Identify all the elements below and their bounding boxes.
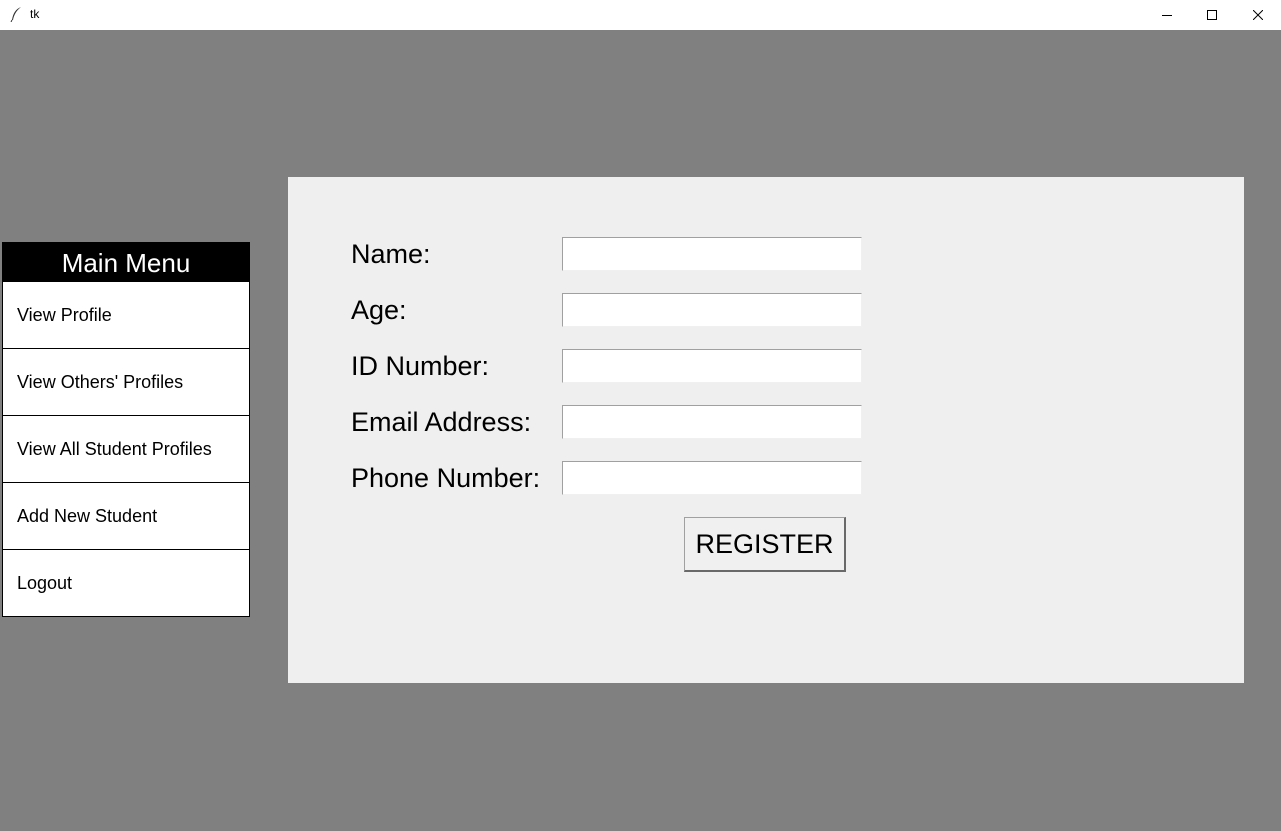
form-row-name: Name: [351,237,871,273]
tk-feather-icon [10,7,21,22]
form-row-phone: Phone Number: [351,461,871,497]
menu-item-view-profile[interactable]: View Profile [3,281,249,348]
menu-item-view-all-student-profiles[interactable]: View All Student Profiles [3,415,249,482]
register-button[interactable]: REGISTER [684,517,846,572]
menu-item-view-others-profiles[interactable]: View Others' Profiles [3,348,249,415]
minimize-icon [1162,15,1172,16]
menu-item-add-new-student[interactable]: Add New Student [3,482,249,549]
age-field[interactable] [562,293,862,327]
phone-label: Phone Number: [351,463,541,493]
minimize-button[interactable] [1144,0,1190,30]
close-button[interactable] [1235,0,1281,30]
id-number-field[interactable] [562,349,862,383]
menu-item-logout[interactable]: Logout [3,549,249,616]
name-label: Name: [351,239,431,269]
name-field[interactable] [562,237,862,271]
email-field[interactable] [562,405,862,439]
close-icon [1253,10,1263,20]
window-titlebar: tk [0,0,1281,30]
phone-field[interactable] [562,461,862,495]
window-title: tk [30,7,40,21]
main-menu-header: Main Menu [3,243,249,281]
age-label: Age: [351,295,407,325]
email-label: Email Address: [351,407,532,437]
id-number-label: ID Number: [351,351,490,381]
maximize-icon [1207,10,1217,20]
form-row-age: Age: [351,293,871,329]
form-row-id-number: ID Number: [351,349,871,385]
form-row-email: Email Address: [351,405,871,441]
registration-form-panel: Name: Age: ID Number: Email Address: Pho… [288,177,1244,683]
maximize-button[interactable] [1189,0,1235,30]
main-menu: Main Menu View Profile View Others' Prof… [2,242,250,617]
